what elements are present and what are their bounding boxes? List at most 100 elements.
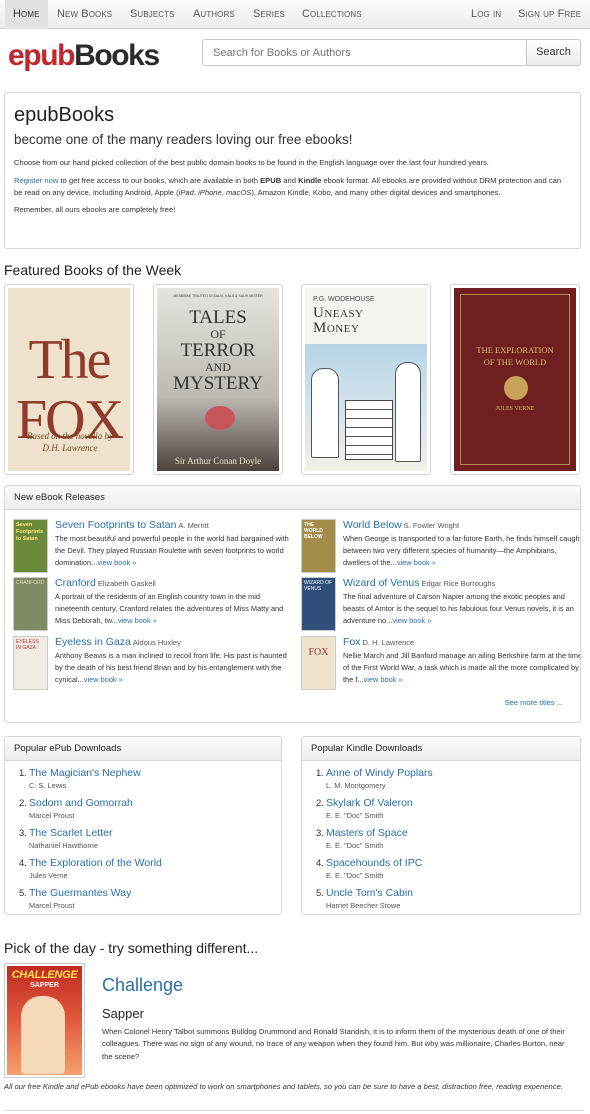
release-author: D. H. Lawrence xyxy=(362,638,415,647)
divider xyxy=(4,1110,584,1111)
book-title-link[interactable]: The Guermantes Way xyxy=(29,887,162,900)
featured-book-exploration-of-world[interactable]: THE EXPLORATION OF THE WORLD JULES VERNE xyxy=(450,284,580,475)
list-item: 5. The Guermantes Way Marcel Proust xyxy=(15,887,162,914)
pick-heading: Pick of the day - try something differen… xyxy=(4,940,259,956)
view-book-link[interactable]: view book » xyxy=(397,558,436,567)
pick-title-link[interactable]: Challenge xyxy=(102,975,183,996)
release-title-link[interactable]: World Below xyxy=(343,519,402,531)
release-author: Aldous Huxley xyxy=(132,638,181,647)
book-author: Marcel Proust xyxy=(29,901,75,910)
release-title-link[interactable]: Fox xyxy=(343,636,361,648)
site-logo[interactable]: epubBooks xyxy=(8,39,160,72)
release-thumbnail[interactable]: CRANFORD xyxy=(13,577,48,631)
thumb-text: THE WORLD BELOW xyxy=(304,522,323,540)
popular-kindle-panel: Popular Kindle Downloads 1. Anne of Windy… xyxy=(301,736,581,915)
book-title-link[interactable]: The Exploration of the World xyxy=(29,857,162,870)
view-book-link[interactable]: view book » xyxy=(118,616,157,625)
thumb-text: CRANFORD xyxy=(16,580,45,586)
intro-subtitle: become one of the many readers loving ou… xyxy=(14,132,353,147)
view-book-link[interactable]: view book » xyxy=(364,675,403,684)
book-title-link[interactable]: Spacehounds of IPC xyxy=(326,857,433,870)
thumb-text: EYELESS IN GAZA xyxy=(16,639,39,651)
cover-figure xyxy=(21,996,65,1074)
epub-format: EPUB xyxy=(260,176,282,185)
cover-title: Uneasy Money xyxy=(313,306,364,336)
list-item: 1. The Magician's Nephew C. S. Lewis xyxy=(15,767,162,797)
book-cover: MEMBRAK TRAJTEO DI SALIK, KALS & SALIK M… xyxy=(157,288,279,471)
nav-home[interactable]: Home xyxy=(5,0,48,29)
featured-title: Featured Books of the Week xyxy=(4,262,182,278)
device-iphone: iPhone xyxy=(198,188,222,197)
release-thumbnail[interactable]: Seven Footprints to Satan xyxy=(13,519,48,573)
list-number: 1. xyxy=(19,768,27,779)
book-title-link[interactable]: The Magician's Nephew xyxy=(29,767,162,780)
release-title-link[interactable]: Eyeless in Gaza xyxy=(55,636,131,648)
release-title-link[interactable]: Wizard of Venus xyxy=(343,577,419,589)
see-more-link[interactable]: See more titles ... xyxy=(505,698,563,707)
cover-author: JULES VERNE xyxy=(495,406,535,412)
nav-subjects[interactable]: Subjects xyxy=(130,0,175,29)
intro-box: epubBooks become one of the many readers… xyxy=(4,92,581,249)
list-number: 2. xyxy=(316,798,324,809)
cover-illustration xyxy=(305,344,427,471)
search-button[interactable]: Search xyxy=(526,39,581,66)
cover-title-line: TERROR xyxy=(180,340,256,361)
book-title-link[interactable]: Sodom and Gomorrah xyxy=(29,797,162,810)
release-title-link[interactable]: Cranford xyxy=(55,577,96,589)
release-desc: The final adventure of Carson Napier amo… xyxy=(343,591,580,627)
list-number: 1. xyxy=(316,768,324,779)
release-title: World Below S. Fowler Wright xyxy=(343,519,459,531)
book-author: E. E. "Doc" Smith xyxy=(326,871,384,880)
register-link[interactable]: Register now xyxy=(14,176,58,185)
list-number: 3. xyxy=(316,828,324,839)
book-cover: THE EXPLORATION OF THE WORLD JULES VERNE xyxy=(454,288,576,471)
release-title: Seven Footprints to Satan A. Merritt xyxy=(55,519,209,531)
logo-part-epub: epub xyxy=(8,39,75,72)
release-title: Wizard of Venus Edgar Rice Burroughs xyxy=(343,577,495,589)
view-book-link[interactable]: view book » xyxy=(97,558,136,567)
release-item: THE WORLD BELOW World Below S. Fowler Wri… xyxy=(301,519,580,575)
release-thumbnail[interactable]: EYELESS IN GAZA xyxy=(13,636,48,690)
nav-collections[interactable]: Collections xyxy=(302,0,362,29)
popular-epub-title: Popular ePub Downloads xyxy=(5,737,281,761)
cover-title-line: MYSTERY xyxy=(173,373,263,394)
featured-book-tales-of-terror[interactable]: MEMBRAK TRAJTEO DI SALIK, KALS & SALIK M… xyxy=(153,284,283,475)
pick-cover[interactable]: CHALLENGE SAPPER xyxy=(4,963,85,1078)
list-item: 2. Skylark Of Valeron E. E. "Doc" Smith xyxy=(312,797,433,827)
intro-para2: Register now to get free access to our b… xyxy=(14,175,571,199)
search-input[interactable] xyxy=(202,39,527,66)
intro-text: ), Amazon Kindle, Kobo, and many other d… xyxy=(251,188,501,197)
nav-login[interactable]: Log in xyxy=(471,0,501,29)
nav-new-books[interactable]: New Books xyxy=(57,0,112,29)
book-title-link[interactable]: The Scarlet Letter xyxy=(29,827,162,840)
nav-series[interactable]: Series xyxy=(253,0,285,29)
figure-right xyxy=(395,362,421,462)
list-item: 3. The Scarlet Letter Nathaniel Hawthorne xyxy=(15,827,162,857)
release-desc-text: The most beautiful and powerful people i… xyxy=(55,534,289,567)
release-title-link[interactable]: Seven Footprints to Satan xyxy=(55,519,176,531)
book-title-link[interactable]: Anne of Windy Poplars xyxy=(326,767,433,780)
featured-book-fox[interactable]: The FOX Based on the novella by D.H. Law… xyxy=(4,284,134,475)
featured-book-uneasy-money[interactable]: P.G. WODEHOUSE Uneasy Money xyxy=(301,284,431,475)
book-title-link[interactable]: Uncle Tom's Cabin xyxy=(326,887,433,900)
nav-authors[interactable]: Authors xyxy=(193,0,235,29)
cover-title-line: TALES xyxy=(189,307,247,328)
view-book-link[interactable]: view book » xyxy=(392,616,431,625)
list-number: 4. xyxy=(316,858,324,869)
release-thumbnail[interactable]: FOX xyxy=(301,636,336,690)
book-title-link[interactable]: Masters of Space xyxy=(326,827,433,840)
popular-kindle-title: Popular Kindle Downloads xyxy=(302,737,580,761)
list-number: 3. xyxy=(19,828,27,839)
intro-para3: Remember, all ours ebooks are completely… xyxy=(14,205,176,214)
nav-signup[interactable]: Sign up Free xyxy=(518,0,581,29)
cover-author: SAPPER xyxy=(30,982,59,989)
release-thumbnail[interactable]: THE WORLD BELOW xyxy=(301,519,336,573)
release-desc-text: When George is transported to a far-futu… xyxy=(343,534,581,567)
release-desc-text: The final adventure of Carson Napier amo… xyxy=(343,592,574,625)
release-thumbnail[interactable]: WIZARD OF VENUS xyxy=(301,577,336,631)
release-desc-text: A portrait of the residents of an Englis… xyxy=(55,592,284,625)
release-author: A. Merritt xyxy=(178,521,209,530)
book-title-link[interactable]: Skylark Of Valeron xyxy=(326,797,433,810)
view-book-link[interactable]: view book » xyxy=(84,675,123,684)
cover-subtitle: Based on the novella by D.H. Lawrence xyxy=(27,431,113,453)
